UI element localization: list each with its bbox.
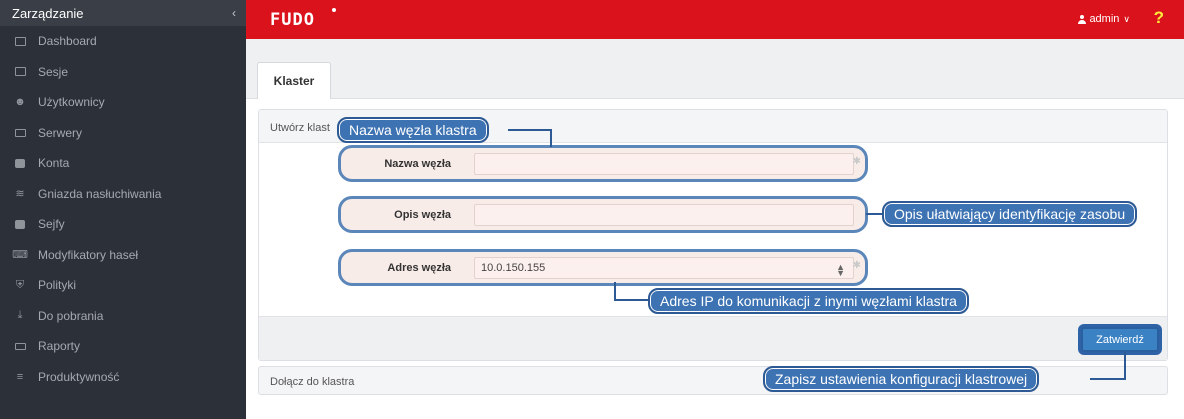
node-address-select[interactable]: 10.0.150.155: [474, 257, 854, 279]
sidebar-item-label: Sesje: [38, 64, 69, 79]
chevron-updown-icon: ▲ ▼: [836, 262, 845, 278]
node-name-input[interactable]: [474, 153, 854, 175]
chevron-down-icon: ∨: [1123, 13, 1130, 24]
sidebar-item-label: Do pobrania: [38, 308, 104, 323]
sitemap-icon: ⌨: [12, 249, 28, 262]
sidebar-item-label: Raporty: [38, 339, 81, 354]
required-icon: ✱: [852, 260, 861, 271]
callout-connector: [614, 299, 650, 301]
sidebar-item-uzytkownicy[interactable]: ☻ Użytkownicy: [0, 87, 246, 118]
sidebar-item-serwery[interactable]: Serwery: [0, 118, 246, 149]
chart-icon: [13, 35, 27, 47]
user-icon: [1078, 14, 1087, 24]
sidebar: Zarządzanie ‹ Dashboard Sesje ☻ Użytkown…: [0, 0, 246, 419]
list-icon: ≡: [16, 370, 24, 383]
tab-klaster[interactable]: Klaster: [257, 62, 331, 99]
sidebar-item-label: Sejfy: [38, 217, 65, 232]
shield-icon: ⛨: [15, 278, 25, 291]
node-description-input[interactable]: [474, 204, 854, 226]
node-description-row: Opis węzła: [338, 196, 868, 233]
node-address-label: Adres węzła: [387, 261, 451, 274]
required-icon: ✱: [852, 156, 861, 167]
sidebar-item-label: Produktywność: [38, 369, 120, 384]
film-icon: [13, 66, 27, 78]
sidebar-item-sesje[interactable]: Sesje: [0, 57, 246, 88]
node-name-row: Nazwa węzła ✱: [338, 145, 868, 182]
book-icon: [13, 157, 27, 169]
user-name: admin: [1089, 13, 1120, 25]
sidebar-item-do-pobrania[interactable]: ⤓ Do pobrania: [0, 301, 246, 332]
callout-connector: [508, 129, 552, 131]
sidebar-item-label: Użytkownicy: [38, 95, 105, 110]
sidebar-item-modyfikatory[interactable]: ⌨ Modyfikatory haseł: [0, 240, 246, 271]
rss-icon: ≋: [15, 188, 25, 201]
top-bar: FUDO admin ∨ ?: [246, 0, 1184, 39]
sidebar-item-label: Serwery: [38, 125, 83, 140]
callout-connector: [1124, 352, 1126, 380]
sidebar-item-label: Polityki: [38, 278, 77, 293]
node-name-label: Nazwa węzła: [384, 157, 451, 170]
sidebar-item-gniazda[interactable]: ≋ Gniazda nasłuchiwania: [0, 179, 246, 210]
sidebar-item-label: Konta: [38, 156, 70, 171]
sidebar-item-raporty[interactable]: Raporty: [0, 331, 246, 362]
callout-address: Adres IP do komunikacji z inymi węzłami …: [648, 288, 969, 314]
logo-dot: [332, 8, 336, 12]
callout-connector: [614, 282, 616, 300]
server-icon: [13, 127, 27, 139]
print-icon: [13, 340, 27, 352]
sidebar-item-label: Modyfikatory haseł: [38, 247, 139, 262]
sidebar-item-label: Dashboard: [38, 34, 97, 49]
sidebar-title: Zarządzanie: [12, 5, 84, 21]
sidebar-item-label: Gniazda nasłuchiwania: [38, 186, 162, 201]
sidebar-item-produktywnosc[interactable]: ≡ Produktywność: [0, 362, 246, 393]
node-description-label: Opis węzła: [394, 208, 451, 221]
sidebar-item-konta[interactable]: Konta: [0, 148, 246, 179]
callout-connector: [866, 213, 884, 215]
node-address-row: Adres węzła 10.0.150.155 ▲ ▼ ✱: [338, 249, 868, 286]
safe-icon: [13, 218, 27, 230]
panel-footer: Zatwierdź: [259, 316, 1167, 360]
callout-connector: [1090, 378, 1126, 380]
submit-button[interactable]: Zatwierdź: [1081, 327, 1159, 352]
tab-bar: Klaster: [246, 39, 1184, 99]
sidebar-item-polityki[interactable]: ⛨ Polityki: [0, 270, 246, 301]
sidebar-item-sejfy[interactable]: Sejfy: [0, 209, 246, 240]
callout-description: Opis ułatwiający identyfikację zasobu: [882, 201, 1138, 227]
users-icon: ☻: [14, 96, 26, 109]
callout-submit: Zapisz ustawienia konfiguracji klastrowe…: [763, 366, 1040, 392]
sidebar-header: Zarządzanie ‹: [0, 0, 246, 26]
help-icon[interactable]: ?: [1154, 8, 1164, 28]
callout-node-name: Nazwa węzła klastra: [337, 117, 489, 143]
app-root: Zarządzanie ‹ Dashboard Sesje ☻ Użytkown…: [0, 0, 1184, 419]
download-icon: ⤓: [17, 309, 23, 322]
chevron-left-icon[interactable]: ‹: [232, 6, 236, 20]
fudo-logo: FUDO: [270, 10, 315, 30]
user-menu[interactable]: admin ∨: [1078, 13, 1130, 25]
callout-connector: [550, 129, 552, 147]
sidebar-item-dashboard[interactable]: Dashboard: [0, 26, 246, 57]
